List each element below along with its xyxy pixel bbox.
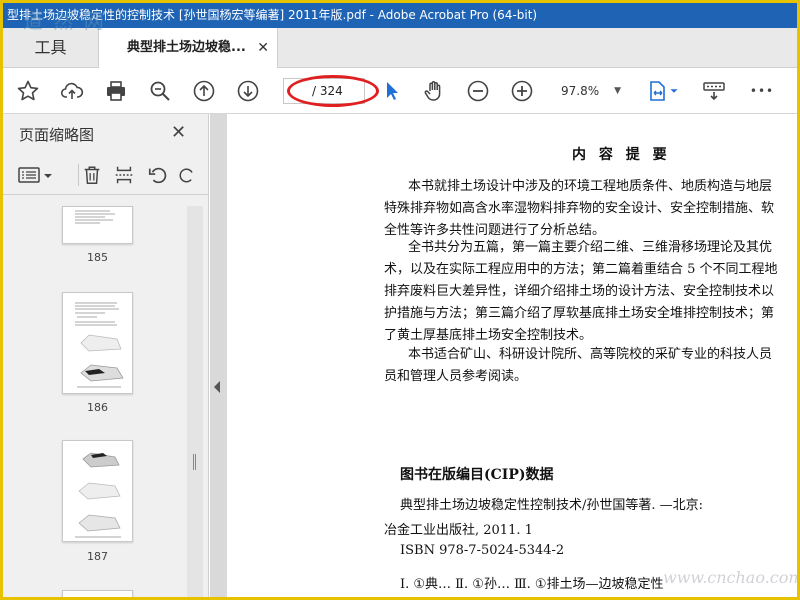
chevron-down-icon: ▼ [614,86,621,96]
collapse-panel-icon[interactable] [213,379,221,393]
options-menu-icon[interactable] [17,162,55,188]
para2-line: 护措施与方法；第三篇介绍了厚软基底排土场安全堆排控制技术；第 [384,306,775,321]
thumbnails-panel: 页面缩略图 ✕ 185 186 187 [3,114,209,597]
rotate-left-icon[interactable] [145,162,171,188]
page-thumbnail[interactable] [62,292,133,394]
tab-tools[interactable]: 工具 [3,28,98,68]
cip-line: Ⅰ. ①典… Ⅱ. ①孙… Ⅲ. ①排土场—边坡稳定性 [400,577,664,592]
previous-page-icon[interactable] [191,78,217,104]
thumbnail-page-number: 187 [87,550,108,563]
next-page-icon[interactable] [235,78,261,104]
zoom-in-icon[interactable] [509,78,535,104]
main-toolbar: / 324 97.8% ▼ ••• [3,68,797,114]
cip-title: 图书在版编目(CIP)数据 [400,467,554,483]
watermark-logo: 道 然 网 [23,9,106,33]
app-window: 型排土场边坡稳定性的控制技术 [孙世国杨宏等编著] 2011年版.pdf - A… [0,0,800,600]
page-number-input[interactable] [288,82,310,100]
page-number-box: / 324 [283,78,365,104]
tab-bar: 工具 典型排土场边坡稳... ✕ [3,28,797,69]
zoom-value: 97.8% [561,84,600,98]
extract-pages-icon[interactable] [111,162,137,188]
para2-line: 全书共分为五篇，第一篇主要介绍二维、三维滑移场理论及其优 [408,240,773,255]
para3-line: 本书适合矿山、科研设计院所、高等院校的采矿专业的科技人员 [408,347,773,362]
keyboard-scroll-icon[interactable] [701,78,727,104]
tab-document-label: 典型排土场边坡稳... [127,40,246,55]
panel-toolbar [15,160,199,190]
para3-line: 员和管理人员参考阅读。 [384,369,528,384]
more-options-icon[interactable]: ••• [749,78,775,104]
para1-line: 特殊排弃物如高含水率湿物料排弃物的安全设计、安全控制措施、软 [384,201,775,216]
window-title: 型排土场边坡稳定性的控制技术 [孙世国杨宏等编著] 2011年版.pdf - A… [3,3,797,28]
close-panel-icon[interactable]: ✕ [171,122,186,143]
panel-separator [3,194,208,195]
zoom-select[interactable]: 97.8% ▼ [555,79,625,103]
print-icon[interactable] [103,78,129,104]
zoom-out-icon[interactable] [465,78,491,104]
thumbnail-page-number: 185 [87,251,108,264]
page-thumbnail[interactable] [62,590,133,597]
para2-line: 排弃废料巨大差异性，详细介绍排土场的设计方法、安全控制技术以 [384,284,775,299]
document-page: 内 容 提 要 本书就排土场设计中涉及的环境工程地质条件、地质构造与地层 特殊排… [227,114,797,597]
thumbnail-page-number: 186 [87,401,108,414]
resize-grip-icon[interactable] [193,454,196,470]
select-cursor-icon[interactable] [379,78,405,104]
bookmark-star-icon[interactable] [15,78,41,104]
hand-tool-icon[interactable] [421,78,447,104]
trash-icon[interactable] [79,162,105,188]
cloud-upload-icon[interactable] [59,78,85,104]
search-zoom-icon[interactable] [147,78,173,104]
close-tab-icon[interactable]: ✕ [257,28,269,68]
page-total: / 324 [312,84,343,98]
cip-line: 冶金工业出版社, 2011. 1 [384,523,533,538]
page-heading: 内 容 提 要 [572,147,671,163]
cip-line: ISBN 978-7-5024-5344-2 [400,543,565,558]
page-thumbnail[interactable] [62,440,133,542]
para2-line: 术，以及在实际工程应用中的方法；第二篇着重结合 5 个不同工程地 [384,262,778,277]
panel-title: 页面缩略图 [19,126,95,144]
fit-dropdown-icon[interactable] [667,78,681,104]
page-thumbnail[interactable] [62,206,133,244]
cip-line: 典型排土场边坡稳定性控制技术/孙世国等著. —北京: [400,498,704,513]
para1-line: 本书就排土场设计中涉及的环境工程地质条件、地质构造与地层 [408,179,773,194]
tab-document[interactable]: 典型排土场边坡稳... ✕ [98,28,278,69]
panel-scrollbar[interactable] [187,206,203,597]
rotate-right-icon[interactable] [177,162,197,188]
watermark-url: www.cnchao.com [663,568,800,587]
